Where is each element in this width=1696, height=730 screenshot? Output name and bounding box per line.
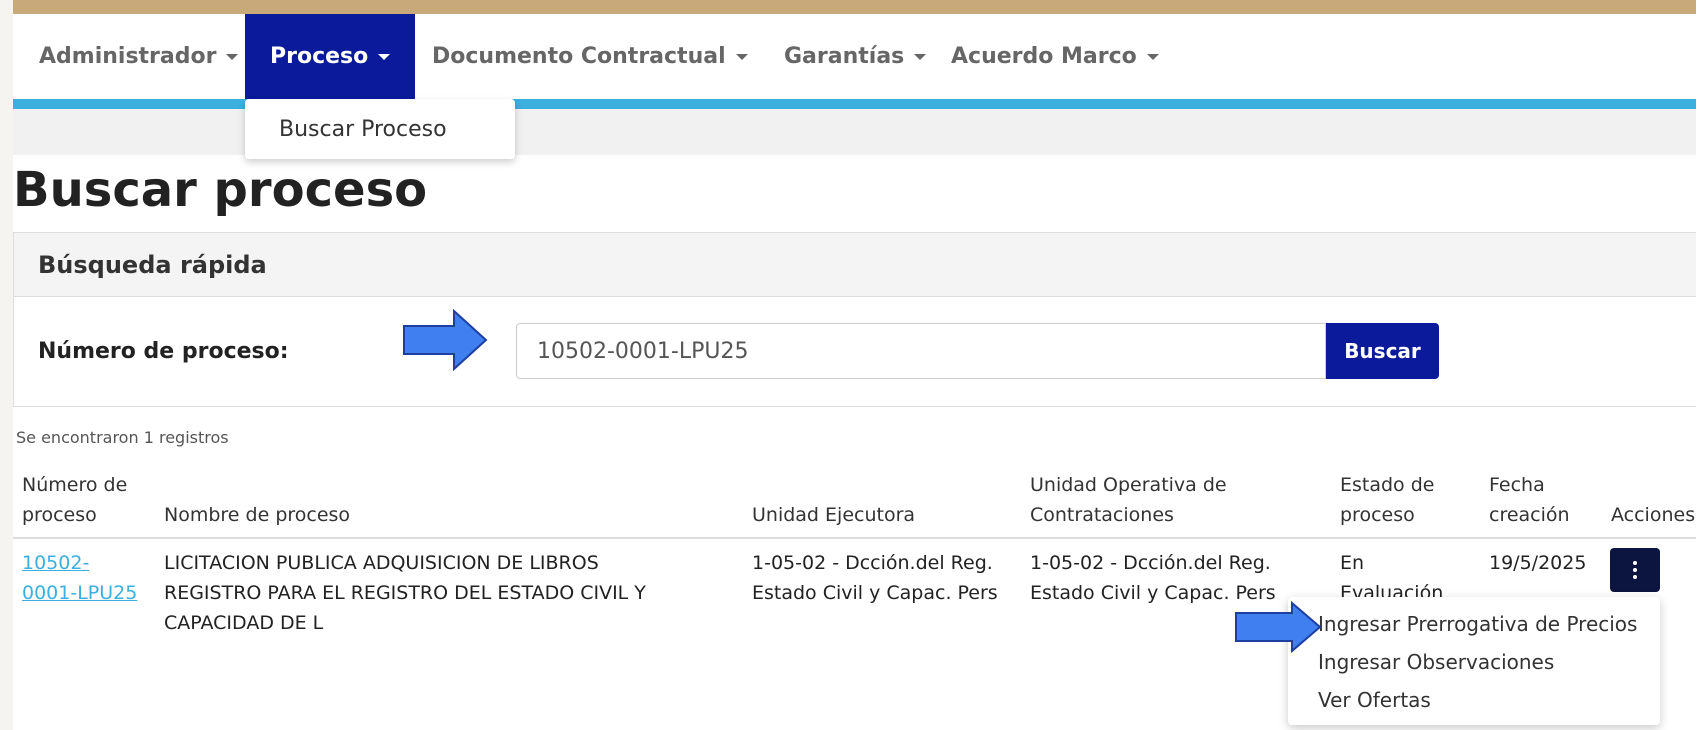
menu-item-ingresar-observaciones[interactable]: Ingresar Observaciones bbox=[1288, 643, 1660, 681]
nav-item-label: Administrador bbox=[39, 44, 217, 69]
cell-line: En bbox=[1340, 552, 1365, 574]
nav-item-proceso[interactable]: Proceso bbox=[245, 14, 416, 99]
search-button[interactable]: Buscar bbox=[1326, 323, 1439, 379]
column-header-numero[interactable]: Número de proceso bbox=[22, 470, 127, 530]
cell-line: 1-05-02 - Dcción.del Reg. bbox=[752, 552, 993, 574]
link-line[interactable]: 10502- bbox=[22, 552, 89, 574]
header-line: Contrataciones bbox=[1030, 504, 1174, 526]
annotation-arrow-right-icon bbox=[1235, 601, 1322, 653]
header-line: Estado de bbox=[1340, 474, 1435, 496]
nav-item-label: Documento Contractual bbox=[432, 44, 726, 69]
more-vertical-icon bbox=[1633, 560, 1637, 581]
column-header-acciones: Acciones bbox=[1611, 504, 1696, 526]
dropdown-item-buscar-proceso[interactable]: Buscar Proceso bbox=[279, 117, 447, 142]
quick-search-panel: Búsqueda rápida Número de proceso: Busca… bbox=[13, 232, 1696, 407]
cell-line: 1-05-02 - Dcción.del Reg. bbox=[1030, 552, 1271, 574]
column-header-unidad-operativa[interactable]: Unidad Operativa de Contrataciones bbox=[1030, 470, 1227, 530]
header-line: Número de bbox=[22, 474, 128, 496]
annotation-arrow-right-icon bbox=[403, 309, 488, 371]
nav-item-acuerdo-marco[interactable]: Acuerdo Marco bbox=[925, 14, 1185, 99]
caret-down-icon bbox=[378, 53, 391, 60]
nav-item-label: Garantías bbox=[784, 44, 905, 69]
nav-item-administrador[interactable]: Administrador bbox=[13, 14, 264, 99]
executing-unit-cell: 1-05-02 - Dcción.del Reg. Estado Civil y… bbox=[752, 548, 998, 608]
column-header-estado[interactable]: Estado de proceso bbox=[1340, 470, 1434, 530]
process-number-label: Número de proceso: bbox=[38, 339, 289, 364]
cell-line: LICITACION PUBLICA ADQUISICION DE LIBROS bbox=[164, 552, 599, 574]
top-strip bbox=[13, 0, 1696, 14]
column-header-nombre[interactable]: Nombre de proceso bbox=[164, 500, 350, 530]
operating-unit-cell: 1-05-02 - Dcción.del Reg. Estado Civil y… bbox=[1030, 548, 1276, 608]
left-margin bbox=[0, 0, 13, 730]
link-line[interactable]: 0001-LPU25 bbox=[22, 582, 137, 604]
row-actions-button[interactable] bbox=[1610, 548, 1660, 592]
nav-item-label: Acuerdo Marco bbox=[951, 44, 1137, 69]
cell-line: Estado Civil y Capac. Pers bbox=[752, 582, 998, 604]
panel-header: Búsqueda rápida bbox=[14, 233, 1696, 297]
page-title: Buscar proceso bbox=[13, 162, 428, 218]
caret-down-icon bbox=[735, 53, 748, 60]
process-status-cell: En Evaluación bbox=[1340, 548, 1443, 600]
creation-date-cell: 19/5/2025 bbox=[1489, 552, 1587, 574]
table-header-divider bbox=[13, 537, 1696, 539]
nav-item-documento-contractual[interactable]: Documento Contractual bbox=[406, 14, 774, 99]
row-actions-menu: Ingresar Prerrogativa de Precios Ingresa… bbox=[1288, 597, 1660, 725]
cell-line: CAPACIDAD DE L bbox=[164, 612, 324, 634]
menu-item-ingresar-prerrogativa[interactable]: Ingresar Prerrogativa de Precios bbox=[1288, 605, 1660, 643]
proceso-dropdown-menu: Buscar Proceso bbox=[245, 99, 515, 159]
caret-down-icon bbox=[226, 53, 239, 60]
header-line: proceso bbox=[1340, 504, 1415, 526]
process-number-link[interactable]: 10502- 0001-LPU25 bbox=[22, 548, 137, 608]
caret-down-icon bbox=[1146, 53, 1159, 60]
main-navbar: Administrador Proceso Documento Contract… bbox=[13, 14, 1696, 99]
header-line: creación bbox=[1489, 504, 1570, 526]
nav-item-garantias[interactable]: Garantías bbox=[758, 14, 952, 99]
column-header-unidad-ejecutora[interactable]: Unidad Ejecutora bbox=[752, 500, 915, 530]
process-name-cell: LICITACION PUBLICA ADQUISICION DE LIBROS… bbox=[164, 548, 646, 638]
process-number-input[interactable] bbox=[516, 323, 1326, 379]
menu-item-ver-ofertas[interactable]: Ver Ofertas bbox=[1288, 681, 1660, 719]
cell-line: REGISTRO PARA EL REGISTRO DEL ESTADO CIV… bbox=[164, 582, 646, 604]
column-header-fecha[interactable]: Fecha creación bbox=[1489, 470, 1570, 530]
header-line: proceso bbox=[22, 504, 97, 526]
header-line: Unidad Operativa de bbox=[1030, 474, 1227, 496]
header-line: Fecha bbox=[1489, 474, 1545, 496]
page: Administrador Proceso Documento Contract… bbox=[0, 0, 1696, 730]
nav-item-label: Proceso bbox=[270, 44, 369, 69]
records-count: Se encontraron 1 registros bbox=[16, 428, 229, 447]
